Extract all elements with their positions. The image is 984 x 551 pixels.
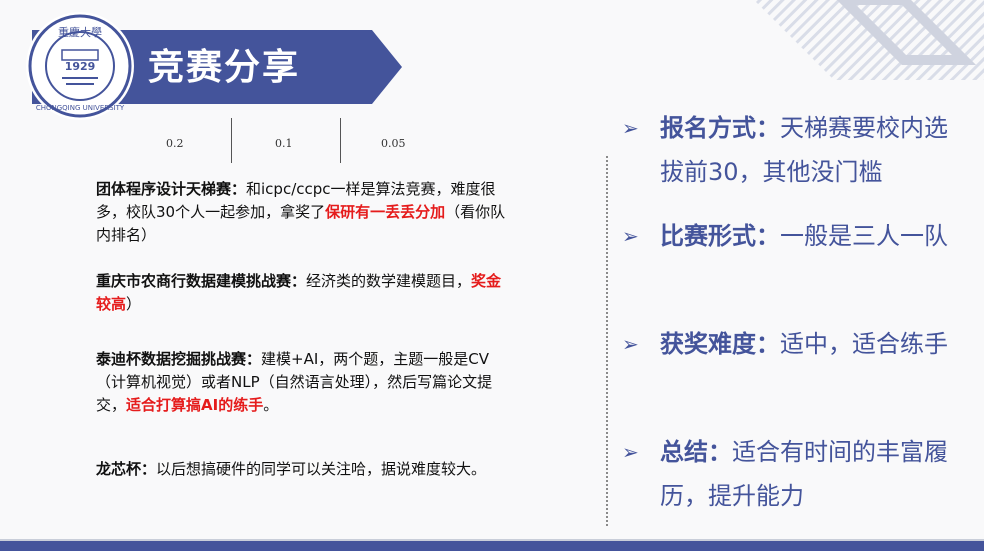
bullet-head: 比赛形式： [660, 222, 780, 250]
slide: 竞赛分享 重慶大學 1929 CHONGQING UNIVERSITY 0.2 … [0, 0, 984, 551]
table-divider [340, 118, 341, 163]
competition-title: 龙芯杯： [96, 460, 157, 478]
arrow-icon: ➢ [622, 440, 639, 464]
table-divider [231, 118, 232, 163]
dotted-divider [606, 156, 608, 526]
competition-highlight: 适合打算搞AI的练手 [126, 396, 264, 414]
university-logo: 重慶大學 1929 CHONGQING UNIVERSITY [26, 12, 134, 120]
bullet-item: ➢ 获奖难度：适中，适合练手 [622, 322, 962, 366]
competition-block: 龙芯杯：以后想搞硬件的同学可以关注哈，据说难度较大。 [96, 458, 516, 481]
competition-block: 团体程序设计天梯赛：和icpc/ccpc一样是算法竞赛，难度很多，校队30个人一… [96, 178, 516, 247]
competition-desc: 经济类的数学建模题目， [306, 272, 472, 290]
table-cell: 0.2 [166, 137, 184, 150]
competition-block: 泰迪杯数据挖掘挑战赛：建模+AI，两个题，主题一般是CV（计算机视觉）或者NLP… [96, 348, 516, 417]
competition-block: 重庆市农商行数据建模挑战赛：经济类的数学建模题目，奖金较高） [96, 270, 516, 316]
bullet-item: ➢ 总结：适合有时间的丰富履历，提升能力 [622, 430, 962, 518]
bottom-bar [0, 541, 984, 551]
competition-title: 团体程序设计天梯赛： [96, 180, 247, 198]
decorative-stripes [754, 0, 984, 80]
bullet-head: 获奖难度： [660, 330, 780, 358]
competition-title: 泰迪杯数据挖掘挑战赛： [96, 350, 262, 368]
page-title: 竞赛分享 [148, 47, 301, 88]
competition-highlight: 保研有一丢丢分加 [325, 203, 446, 221]
arrow-icon: ➢ [622, 224, 639, 248]
bullet-item: ➢ 报名方式：天梯赛要校内选拔前30，其他没门槛 [622, 106, 962, 194]
logo-text: CHONGQING UNIVERSITY [36, 104, 125, 112]
competition-note: 。 [263, 396, 279, 414]
competition-title: 重庆市农商行数据建模挑战赛： [96, 272, 307, 290]
bullet-head: 报名方式： [660, 114, 780, 142]
competition-desc: 以后想搞硬件的同学可以关注哈，据说难度较大。 [156, 460, 487, 478]
bullet-item: ➢ 比赛形式：一般是三人一队 [622, 214, 962, 258]
competition-note: ） [126, 295, 142, 313]
table-cell: 0.1 [275, 137, 293, 150]
logo-year: 1929 [65, 60, 96, 73]
arrow-icon: ➢ [622, 116, 639, 140]
table-cell: 0.05 [381, 137, 406, 150]
bullet-text: 一般是三人一队 [780, 222, 948, 250]
bullet-text: 适中，适合练手 [780, 330, 948, 358]
logo-chinese: 重慶大學 [58, 25, 102, 39]
arrow-icon: ➢ [622, 332, 639, 356]
bullet-head: 总结： [660, 438, 732, 466]
